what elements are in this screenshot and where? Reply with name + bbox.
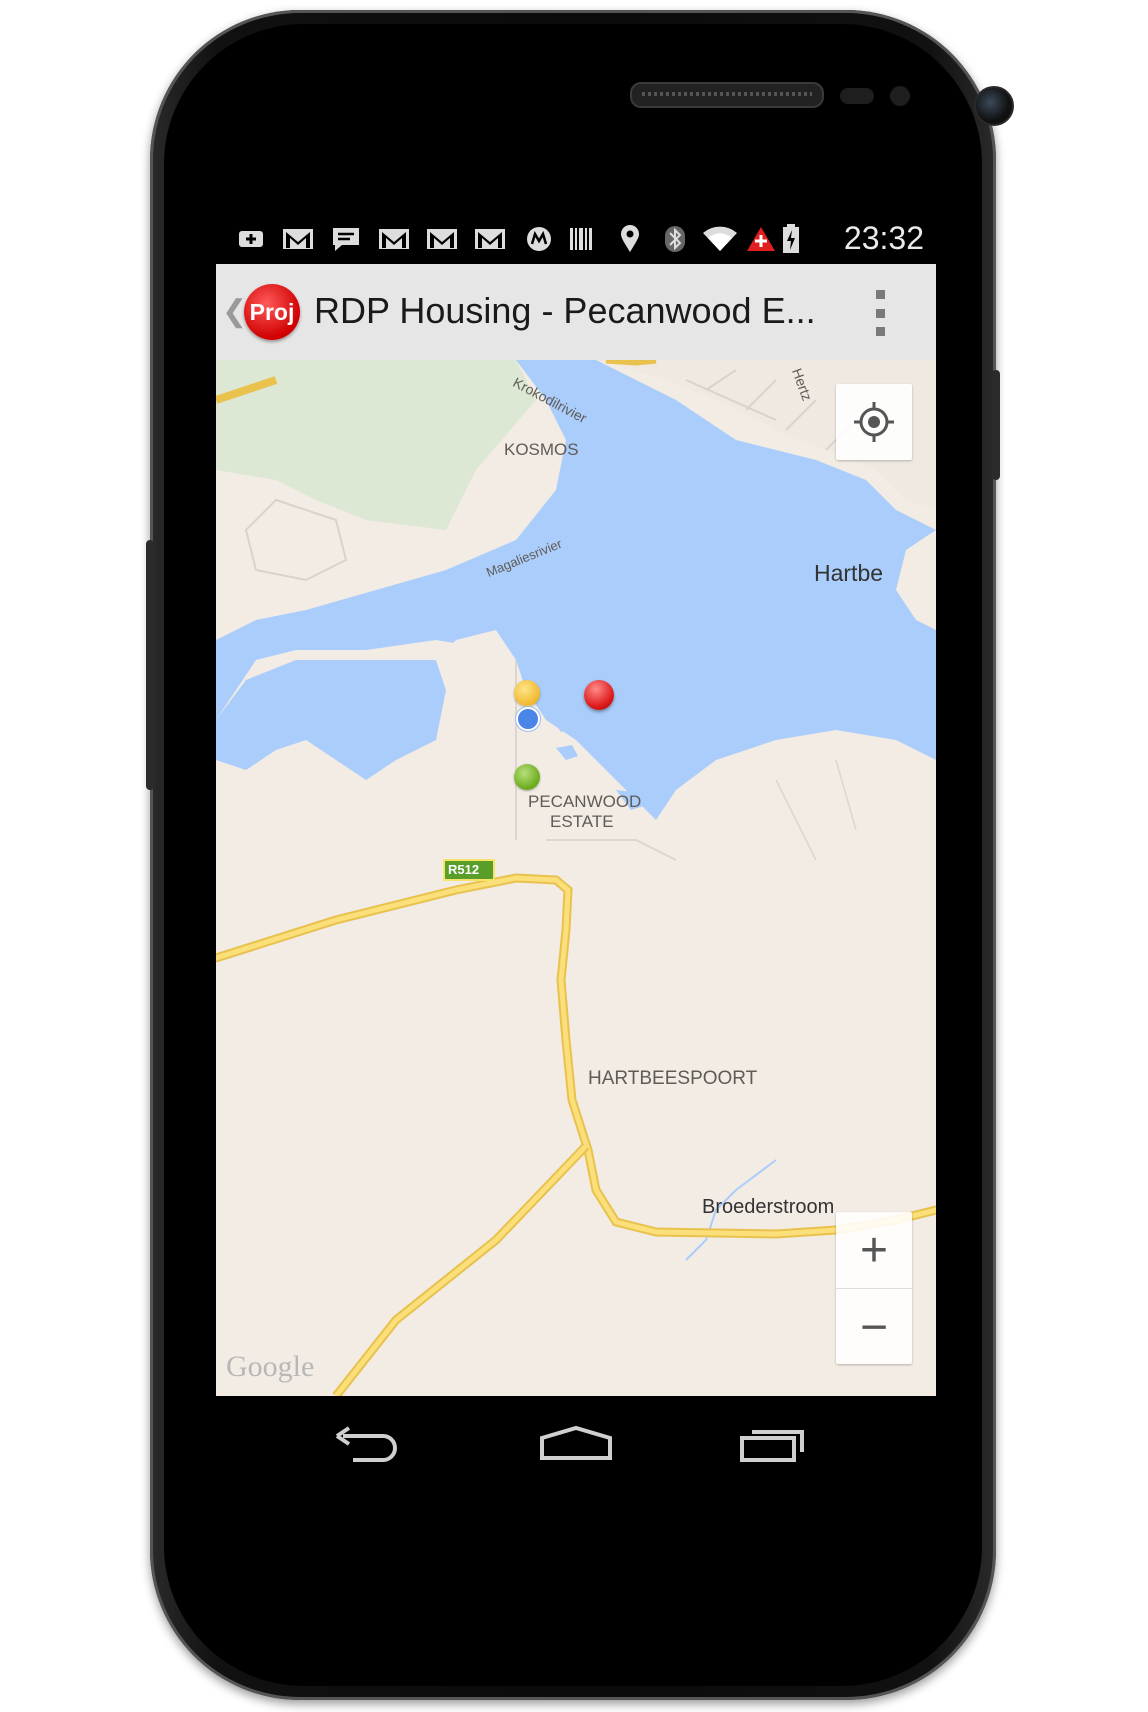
motorola-icon: [526, 226, 552, 252]
recent-apps-icon: [740, 1430, 804, 1462]
device-screen: 23:32 ❮ Proj RDP Housing - Pecanwood E..…: [216, 212, 936, 1492]
label-pecanwood-line2: ESTATE: [550, 812, 614, 831]
alert-icon: [746, 226, 776, 252]
status-bar: 23:32: [216, 212, 936, 264]
my-location-button[interactable]: [836, 384, 912, 460]
label-hartbeespoort: HARTBEESPOORT: [588, 1068, 758, 1089]
clock: 23:32: [843, 220, 924, 256]
power-button: [992, 370, 1000, 480]
battery-charging-icon: [782, 224, 800, 253]
label-pecanwood-line1: PECANWOOD: [528, 792, 642, 811]
red-marker[interactable]: [584, 680, 614, 710]
google-logo: Google: [226, 1350, 315, 1383]
gmail-icon: [474, 226, 506, 252]
gmail-icon: [282, 226, 314, 252]
label-broederstroom: Broederstroom: [702, 1196, 835, 1218]
action-bar: ❮ Proj RDP Housing - Pecanwood E...: [216, 264, 936, 362]
label-hartbe: Hartbe: [814, 560, 884, 586]
back-button[interactable]: [308, 1412, 428, 1476]
plus-notification-icon: [238, 226, 264, 252]
label-road-r512: R512: [448, 862, 480, 877]
earpiece-speaker: [630, 82, 824, 108]
gmail-icon: [426, 226, 458, 252]
light-sensor: [890, 86, 910, 106]
front-camera: [974, 86, 1014, 126]
zoom-in-button[interactable]: +: [836, 1212, 912, 1288]
proximity-sensor: [840, 88, 874, 104]
label-kosmos: KOSMOS: [504, 440, 579, 459]
zoom-controls: + −: [836, 1212, 912, 1364]
recent-apps-button[interactable]: [712, 1412, 832, 1476]
my-location-icon: [854, 402, 894, 442]
navigation-bar: [216, 1396, 936, 1492]
wifi-icon: [702, 226, 738, 252]
location-icon: [620, 225, 640, 252]
map-tiles: [216, 360, 936, 1396]
bluetooth-icon: [664, 226, 686, 252]
chat-icon: [330, 226, 362, 252]
overflow-menu-icon[interactable]: [876, 290, 886, 336]
map-view[interactable]: Krokodilrivier Hertz KOSMOS Magaliesrivi…: [216, 360, 936, 1396]
yellow-marker[interactable]: [514, 680, 540, 706]
gmail-icon: [378, 226, 410, 252]
blue-location-dot[interactable]: [516, 707, 540, 731]
page-title: RDP Housing - Pecanwood E...: [314, 290, 816, 331]
back-icon: [335, 1426, 397, 1462]
zoom-out-button[interactable]: −: [836, 1288, 912, 1365]
barcode-icon: [568, 226, 594, 252]
volume-button: [146, 540, 154, 790]
home-icon: [540, 1425, 612, 1460]
app-logo[interactable]: Proj: [244, 284, 300, 340]
green-marker[interactable]: [514, 764, 540, 790]
home-button[interactable]: [516, 1412, 636, 1476]
